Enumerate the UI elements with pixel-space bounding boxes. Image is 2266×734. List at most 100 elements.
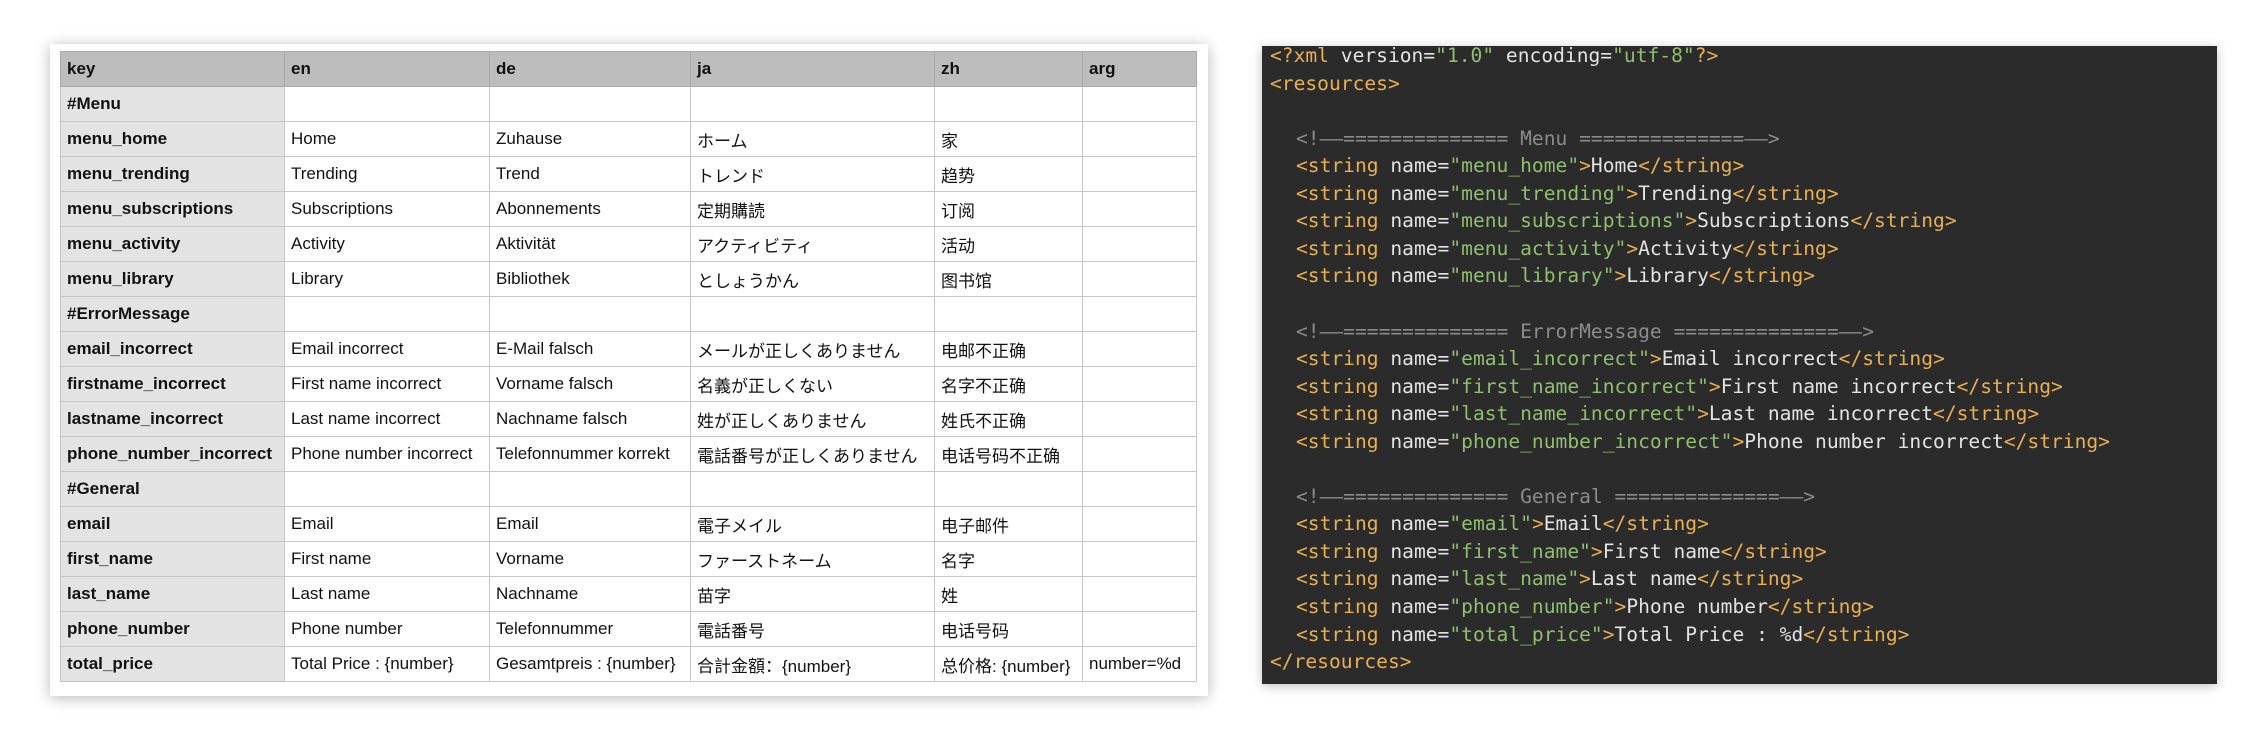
table-cell[interactable]: Email incorrect [284,331,490,367]
table-cell[interactable]: Telefonnummer korrekt [489,436,691,472]
table-cell[interactable]: 电话号码 [934,611,1083,647]
table-cell[interactable]: 定期購読 [690,191,935,227]
table-cell[interactable]: 订阅 [934,191,1083,227]
table-cell[interactable] [284,86,490,122]
table-cell[interactable] [284,471,490,507]
table-cell[interactable]: Trend [489,156,691,192]
table-cell[interactable]: Vorname falsch [489,366,691,402]
table-cell[interactable]: Gesamtpreis : {number} [489,646,691,682]
key-cell[interactable]: menu_activity [60,226,285,262]
column-header-en[interactable]: en [284,51,490,87]
table-cell[interactable]: としょうかん [690,261,935,297]
table-cell[interactable]: 名字不正确 [934,366,1083,402]
table-cell[interactable]: Abonnements [489,191,691,227]
table-cell[interactable]: Library [284,261,490,297]
table-cell[interactable] [1082,191,1197,227]
table-cell[interactable]: Nachname falsch [489,401,691,437]
table-cell[interactable] [284,296,490,332]
key-cell[interactable]: phone_number_incorrect [60,436,285,472]
table-cell[interactable]: Nachname [489,576,691,612]
key-cell[interactable]: menu_home [60,121,285,157]
key-cell[interactable]: lastname_incorrect [60,401,285,437]
table-cell[interactable]: 名義が正しくない [690,366,935,402]
key-cell[interactable]: menu_trending [60,156,285,192]
table-cell[interactable]: Aktivität [489,226,691,262]
table-cell[interactable]: Vorname [489,541,691,577]
table-cell[interactable]: アクティビティ [690,226,935,262]
table-cell[interactable] [1082,296,1197,332]
table-cell[interactable]: 姓が正しくありません [690,401,935,437]
table-cell[interactable] [489,296,691,332]
table-cell[interactable] [1082,86,1197,122]
table-cell[interactable]: Bibliothek [489,261,691,297]
key-cell[interactable]: first_name [60,541,285,577]
table-cell[interactable]: E-Mail falsch [489,331,691,367]
table-cell[interactable]: number=%d [1082,646,1197,682]
column-header-arg[interactable]: arg [1082,51,1197,87]
table-cell[interactable]: 电话号码不正确 [934,436,1083,472]
table-cell[interactable]: Email [284,506,490,542]
table-cell[interactable]: Home [284,121,490,157]
table-cell[interactable]: Subscriptions [284,191,490,227]
table-cell[interactable]: Email [489,506,691,542]
table-cell[interactable] [934,86,1083,122]
key-cell[interactable]: firstname_incorrect [60,366,285,402]
table-cell[interactable]: 合計金額：{number} [690,646,935,682]
table-cell[interactable]: 家 [934,121,1083,157]
table-cell[interactable]: トレンド [690,156,935,192]
key-cell[interactable]: menu_library [60,261,285,297]
table-cell[interactable]: Last name incorrect [284,401,490,437]
table-cell[interactable] [1082,436,1197,472]
table-cell[interactable] [1082,331,1197,367]
table-cell[interactable] [1082,121,1197,157]
table-cell[interactable] [1082,366,1197,402]
column-header-ja[interactable]: ja [690,51,935,87]
table-cell[interactable] [1082,506,1197,542]
table-cell[interactable]: 总价格: {number} [934,646,1083,682]
table-cell[interactable]: Trending [284,156,490,192]
table-cell[interactable]: 活动 [934,226,1083,262]
table-cell[interactable] [1082,226,1197,262]
table-cell[interactable]: 电子邮件 [934,506,1083,542]
key-cell[interactable]: total_price [60,646,285,682]
table-cell[interactable]: Activity [284,226,490,262]
table-cell[interactable]: 姓氏不正确 [934,401,1083,437]
table-cell[interactable] [690,471,935,507]
table-cell[interactable]: 趋势 [934,156,1083,192]
table-cell[interactable]: ホーム [690,121,935,157]
column-header-zh[interactable]: zh [934,51,1083,87]
table-cell[interactable]: Last name [284,576,490,612]
table-cell[interactable]: Zuhause [489,121,691,157]
table-cell[interactable] [1082,576,1197,612]
key-cell[interactable]: phone_number [60,611,285,647]
table-cell[interactable]: ファーストネーム [690,541,935,577]
table-cell[interactable]: 電話番号 [690,611,935,647]
key-cell[interactable]: last_name [60,576,285,612]
column-header-de[interactable]: de [489,51,691,87]
table-cell[interactable] [489,471,691,507]
table-cell[interactable]: 名字 [934,541,1083,577]
key-cell[interactable]: email [60,506,285,542]
table-cell[interactable] [934,296,1083,332]
table-cell[interactable]: First name incorrect [284,366,490,402]
table-cell[interactable]: 苗字 [690,576,935,612]
table-cell[interactable] [1082,156,1197,192]
table-cell[interactable]: 電話番号が正しくありません [690,436,935,472]
key-cell[interactable]: #General [60,471,285,507]
table-cell[interactable] [489,86,691,122]
table-cell[interactable] [1082,471,1197,507]
key-cell[interactable]: #ErrorMessage [60,296,285,332]
table-cell[interactable] [934,471,1083,507]
table-cell[interactable] [690,86,935,122]
table-cell[interactable]: 电邮不正确 [934,331,1083,367]
key-cell[interactable]: menu_subscriptions [60,191,285,227]
table-cell[interactable] [690,296,935,332]
table-cell[interactable]: Total Price : {number} [284,646,490,682]
column-header-key[interactable]: key [60,51,285,87]
table-cell[interactable]: Phone number incorrect [284,436,490,472]
table-cell[interactable] [1082,611,1197,647]
table-cell[interactable] [1082,401,1197,437]
key-cell[interactable]: #Menu [60,86,285,122]
table-cell[interactable]: 電子メイル [690,506,935,542]
table-cell[interactable]: Phone number [284,611,490,647]
